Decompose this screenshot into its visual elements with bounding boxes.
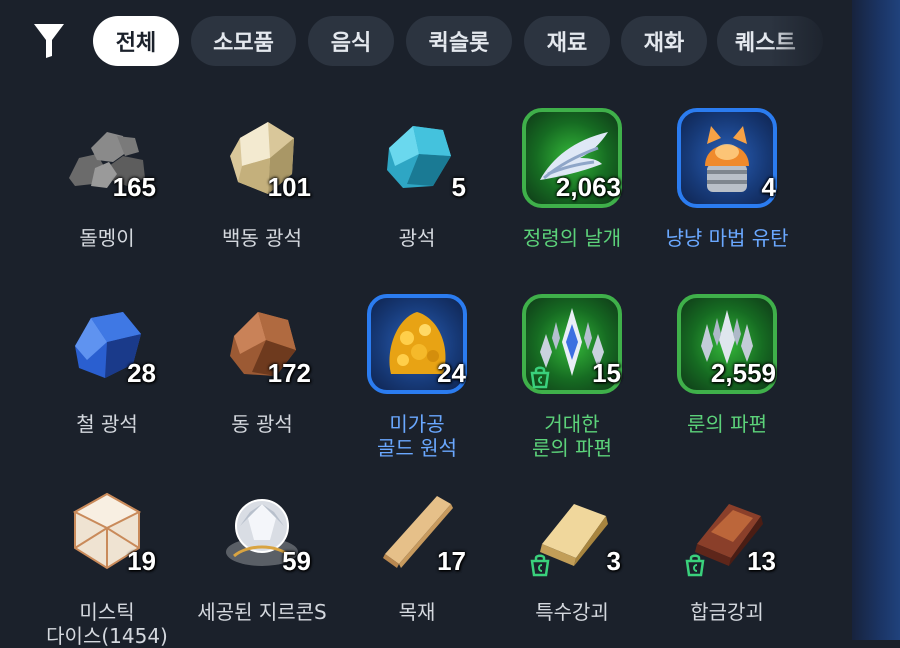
item-name: 미가공 골드 원석 [332,412,502,460]
item-name-line1: 거대한 [544,412,600,436]
item-count: 3 [606,546,621,576]
item-count: 165 [112,172,156,202]
item-count: 28 [127,358,156,388]
tab-all[interactable]: 전체 [93,16,179,66]
filter-funnel-icon[interactable] [32,22,66,60]
item-name: 목재 [398,600,436,624]
item-count: 5 [451,172,466,202]
item-count: 172 [267,358,311,388]
item-name: 광석 [398,226,436,250]
item-name: 룬의 파편 [687,412,767,436]
item-count: 24 [437,358,466,388]
item-count: 101 [267,172,311,202]
item-name-line2: 룬의 파편 [532,436,612,460]
item-count: 2,063 [555,172,621,202]
item-name-line2: 다이스(1454) [46,624,168,648]
item-name: 냥냥 마법 유탄 [665,226,789,250]
item-name: 합금강괴 [690,600,764,624]
item-name-line1: 미스틱 [79,600,135,624]
tab-quest[interactable]: 퀘스트 [717,16,823,66]
item-count: 4 [761,172,776,202]
trade-bag-icon [530,554,550,577]
item-name: 특수강괴 [535,600,609,624]
item-name: 철 광석 [76,412,138,436]
item-name: 동 광석 [231,412,293,436]
item-name: 미스틱 다이스(1454) [22,600,192,648]
item-name: 세공된 지르콘S [197,600,327,624]
item-name: 돌멩이 [79,226,135,250]
item-name: 백동 광석 [222,226,302,250]
item-name: 거대한 룬의 파편 [487,412,657,460]
trade-bag-icon [685,554,705,577]
item-name-line1: 미가공 [389,412,445,436]
tab-materials[interactable]: 재료 [524,16,610,66]
item-count: 17 [437,546,466,576]
item-count: 19 [127,546,156,576]
right-panel-edge [852,0,900,640]
item-count: 59 [282,546,311,576]
item-count: 13 [747,546,776,576]
item-name: 정령의 날개 [522,226,622,250]
trade-bag-icon [530,366,550,389]
tab-food[interactable]: 음식 [308,16,394,66]
tab-currency[interactable]: 재화 [621,16,707,66]
tab-quickslot[interactable]: 퀵슬롯 [406,16,512,66]
item-name-line2: 골드 원석 [377,436,457,460]
item-count: 2,559 [710,358,776,388]
tab-consumables[interactable]: 소모품 [191,16,296,66]
item-count: 15 [592,358,621,388]
